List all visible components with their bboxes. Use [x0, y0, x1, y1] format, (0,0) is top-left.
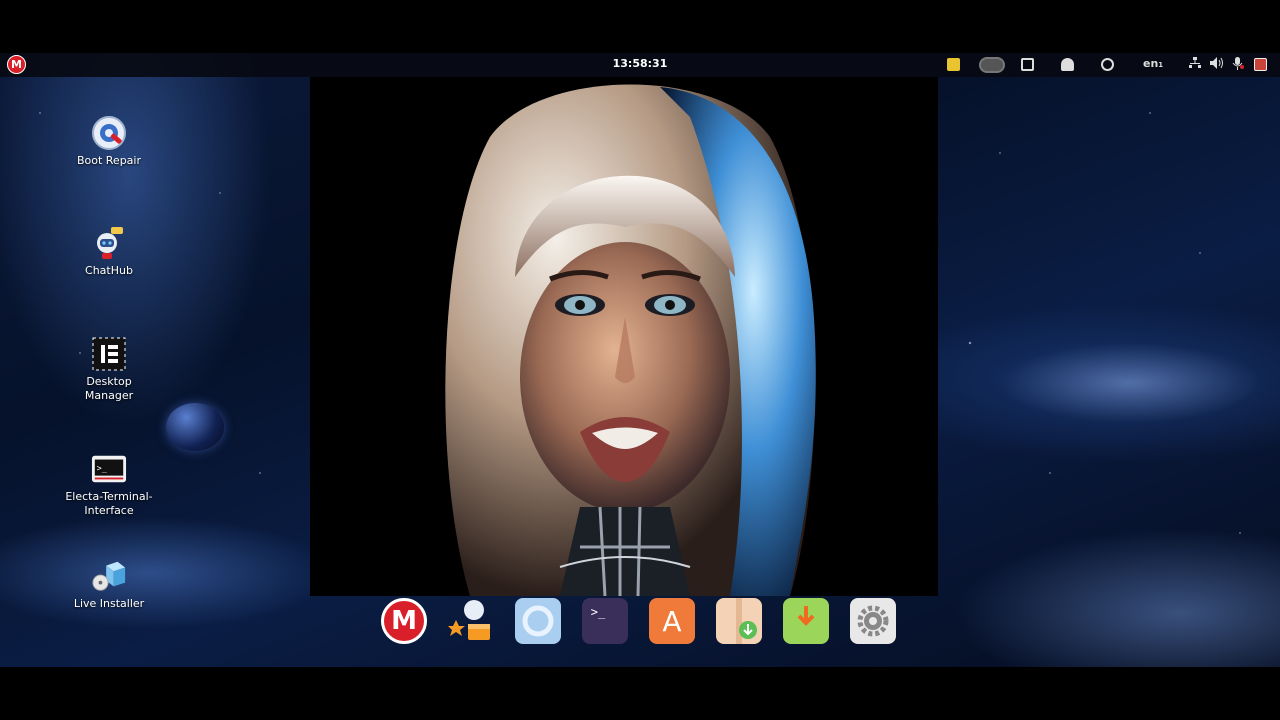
keyboard-layout-indicator[interactable]: en1	[1143, 57, 1163, 73]
dock-m-logo-icon[interactable]: M	[381, 598, 427, 644]
dock-terminal-icon[interactable]: >_	[582, 598, 628, 644]
dock-favorites-icon[interactable]	[448, 598, 494, 644]
live-installer-icon	[91, 558, 127, 594]
video-window[interactable]	[310, 77, 938, 596]
planet-decoration	[166, 403, 224, 451]
screen-toggle-icon[interactable]	[979, 57, 1005, 73]
boot-repair-icon	[91, 115, 127, 151]
desktop-icon-label: Live Installer	[73, 597, 145, 610]
desktop-icon-boot-repair[interactable]: Boot Repair	[54, 115, 164, 168]
power-icon[interactable]	[1254, 58, 1267, 71]
desktop-manager-icon	[91, 336, 127, 372]
desktop-icon-chathub[interactable]: ChatHub	[54, 225, 164, 278]
clock[interactable]: 13:58:31	[0, 57, 1280, 70]
terminal-icon: >_	[91, 451, 127, 487]
chathub-icon	[91, 225, 127, 261]
dock: M >_ A	[375, 594, 905, 648]
dock-download-icon[interactable]	[783, 598, 829, 644]
desktop-icon-live-installer[interactable]: Live Installer	[54, 558, 164, 611]
accessibility-icon[interactable]	[1101, 58, 1114, 71]
microphone-icon[interactable]	[1232, 57, 1244, 73]
desktop-icon-electa-terminal[interactable]: >_ Electa-Terminal-Interface	[54, 451, 164, 518]
dock-settings-gear-icon[interactable]	[850, 598, 896, 644]
svg-text:>_: >_	[97, 464, 108, 474]
dock-app-store-icon[interactable]: A	[649, 598, 695, 644]
desktop-icon-label: Desktop Manager	[84, 375, 134, 402]
top-panel: M 13:58:31 en1	[0, 53, 1280, 77]
dock-package-icon[interactable]	[716, 598, 762, 644]
desktop-icon-desktop-manager[interactable]: Desktop Manager	[54, 336, 164, 403]
users-icon[interactable]	[1061, 58, 1074, 71]
desktop-icon-label: ChatHub	[85, 264, 133, 277]
volume-icon[interactable]	[1210, 57, 1224, 73]
clipboard-icon[interactable]	[1021, 58, 1034, 71]
dock-browser-icon[interactable]	[515, 598, 561, 644]
network-icon[interactable]	[1189, 57, 1201, 73]
android-portrait-image	[445, 84, 816, 596]
desktop-icon-label: Boot Repair	[76, 154, 142, 167]
desktop-icon-label: Electa-Terminal-Interface	[65, 490, 153, 517]
notes-icon[interactable]	[947, 58, 960, 71]
